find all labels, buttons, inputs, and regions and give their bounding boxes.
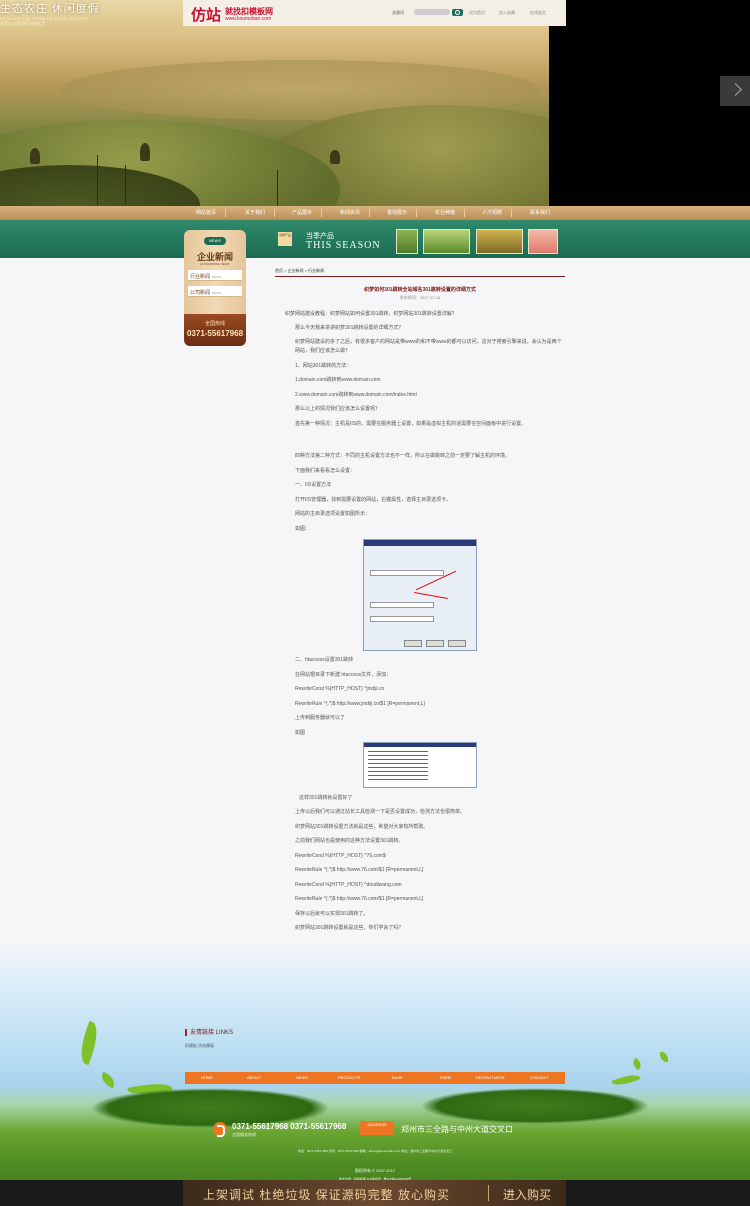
footer-nav-products[interactable]: PRODUCTS [338, 1075, 360, 1080]
footer-nav-news[interactable]: NEWS [296, 1075, 308, 1080]
footer-address: 郑州市三全路与中州大道交叉口 [401, 1125, 513, 1134]
screenshot-image [363, 742, 477, 788]
article-title: 织梦如何301跳转全站域名301跳转设置的详细方式 [364, 287, 476, 293]
top-bar: 仿站 就找扣模板网 www.koumoban.com 关键词 设为首页 加入收藏… [183, 0, 566, 26]
add-favorite-link[interactable]: 加入收藏 [499, 10, 515, 16]
address-icon: ADDRESS [360, 1121, 394, 1135]
buy-button[interactable]: 进入购买 [503, 1186, 551, 1203]
season-product-thumb[interactable] [528, 229, 558, 254]
footer: 友情链接 LINKS 扣模板 仿站模板 HOME ABOUT NEWS PROD… [0, 940, 750, 1206]
sidebar-item-company-news[interactable]: 公司新闻 NEWS [188, 286, 242, 297]
paragraph: RewriteCond %{HTTP_HOST} ^jindiji.cn [295, 686, 385, 692]
paragraph: RewriteCond %{HTTP_HOST} ^76.com$ [295, 853, 386, 859]
season-product-thumb[interactable] [476, 229, 523, 254]
footer-nav: HOME ABOUT NEWS PRODUCTS BASE FARM RECRU… [185, 1072, 565, 1084]
footer-nav-contact[interactable]: CONTACT [530, 1075, 549, 1080]
sidebar-item-industry-news[interactable]: 行业新闻 NEWS [188, 270, 242, 281]
paragraph: 上传到服务器就可以了 [295, 715, 346, 721]
nav-item-contact[interactable]: 联系我们 [530, 209, 550, 216]
footer-phone: 0371-55617968 0371-55617968 [232, 1122, 347, 1131]
paragraph: 织梦网站建设的多了之后，有很多客户的网站是带www的和不带www的都可以访问，这… [295, 339, 562, 354]
footer-phone-label: 全国服务热线 [232, 1132, 256, 1137]
footer-nav-base[interactable]: BASE [392, 1075, 403, 1080]
hero-banner: 生态农庄 休闲度假 ECOLOGICAL FARM LEISURE RESORT… [0, 0, 549, 206]
nav-item-news[interactable]: 新闻资讯 [340, 209, 360, 216]
season-product-thumb[interactable] [396, 229, 418, 254]
paragraph: 这样301跳转就设置好了 [299, 795, 353, 801]
paragraph: 那么以上的情况我们应该怎么设置呢？ [295, 406, 381, 412]
paragraph: 如图： [295, 526, 311, 532]
next-slide-icon[interactable] [720, 76, 750, 106]
season-badge: 当季产品 [278, 232, 292, 246]
season-band: 当季产品 当季产品 THIS SEASON [0, 220, 750, 258]
paragraph: 二、htaccess设置301跳转 [295, 657, 354, 663]
paragraph: 织梦网站建设教程：织梦网站如何设置301跳转，织梦网站301跳转设置详解？ [285, 311, 457, 317]
paragraph: RewriteCond %{HTTP_HOST} ^doudiwang.com [295, 882, 402, 888]
paragraph: 一、IIS设置方法 [295, 482, 332, 488]
paragraph: RewriteRule ^(.*)$ http://www.jindiji.cn… [295, 701, 425, 707]
paragraph: 下面我们来看看怎么设置： [295, 468, 356, 474]
address-badge-label: ADDRESS [367, 1122, 387, 1127]
footer-nav-recruitment[interactable]: RECRUITMENT [476, 1075, 505, 1080]
paragraph: 织梦网站301跳转设置就是这些，你们学会了吗？ [295, 925, 404, 931]
nav-item-about[interactable]: 关于我们 [245, 209, 265, 216]
set-homepage-link[interactable]: 设为首页 [469, 10, 485, 16]
paragraph: 1.domain.com跳转到www.domain.com [295, 377, 381, 383]
search-label: 关键词 [392, 10, 404, 15]
paragraph: RewriteRule ^(.*)$ http://www.76.com/$1 … [295, 867, 424, 873]
main-nav: 网站首页 关于我们 产品展示 新闻资讯 基地展示 农业种植 人才招聘 联系我们 [0, 206, 750, 220]
friend-link[interactable]: 扣模板 仿站模板 [185, 1043, 214, 1049]
season-title-en: THIS SEASON [306, 240, 381, 251]
links-title: 友情链接 LINKS [185, 1027, 233, 1036]
footer-nav-about[interactable]: ABOUT [247, 1075, 261, 1080]
hotline-number: 0371-55617968 [186, 329, 244, 338]
phone-icon [213, 1122, 227, 1137]
news-sidebar: NEWS 企业新闻 ENTERPRISE NEWS 行业新闻 NEWS 公司新闻 N… [184, 230, 246, 346]
paragraph: 在网站根目录下新建.htaccess文件，添加： [295, 672, 392, 678]
sidebar-title-en: ENTERPRISE NEWS [200, 262, 230, 266]
logo-url: www.koumoban.com [225, 16, 272, 22]
paragraph: 1、网站301跳转的方法： [295, 363, 352, 369]
paragraph: 织梦网站301跳转设置方法就是这些，希望对大家有所帮助。 [295, 824, 429, 830]
copyright: 版权所有 © 2007-2017 [354, 1168, 396, 1173]
footer-nav-home[interactable]: HOME [201, 1075, 213, 1080]
nav-item-recruitment[interactable]: 人才招聘 [482, 209, 502, 216]
paragraph: 保存以后就可以实现301跳转了。 [295, 911, 369, 917]
nav-item-base[interactable]: 基地展示 [387, 209, 407, 216]
logo[interactable]: 仿站 [191, 4, 221, 25]
breadcrumb[interactable]: 首页 > 企业新闻 > 行业新闻 [275, 268, 324, 274]
search-icon[interactable] [452, 9, 463, 16]
paragraph: 四种方法第二种方式：不同的主机设置方法也不一样，所以在做跳转之前一定要了解主机的… [295, 453, 511, 459]
nav-item-products[interactable]: 产品展示 [292, 209, 312, 216]
footer-nav-farm[interactable]: FARM [440, 1075, 451, 1080]
message-link[interactable]: 在线留言 [530, 10, 546, 16]
paragraph: 那么今天我来讲讲织梦301跳转设置的详细方式？ [295, 325, 404, 331]
hotline-label: 全国热线 [204, 321, 225, 327]
promo-text: 上架调试 杜绝垃圾 保证源码完整 放心购买 [203, 1188, 451, 1202]
paragraph: 如图 [295, 730, 306, 736]
paragraph: 之前我们网站也是使用的这种方法设置301跳转。 [295, 838, 404, 844]
nav-item-home[interactable]: 网站首页 [196, 209, 216, 216]
page: 生态农庄 休闲度假 ECOLOGICAL FARM LEISURE RESORT… [0, 0, 750, 1206]
nav-item-farm[interactable]: 农业种植 [435, 209, 455, 216]
article: 首页 > 企业新闻 > 行业新闻 织梦如何301跳转全站域名301跳转设置的详细… [275, 264, 565, 944]
paragraph: 打开IIS管理器，找到需要设置的网站，右键属性，选择主目录选项卡。 [295, 497, 452, 503]
season-product-thumb[interactable] [423, 229, 470, 254]
article-meta: 发布时间：2017-12-18 [399, 295, 441, 300]
paragraph: 网站的主目录选项设置如图所示： [295, 511, 371, 517]
paragraph: 上传以后我们可以通过站长工具检测一下是否设置成功，检测方法也很简单。 [295, 809, 466, 815]
screenshot-image [363, 539, 477, 651]
paragraph: 2.www.domain.com跳转到www.domain.com/index.… [295, 392, 417, 398]
promo-bar: 上架调试 杜绝垃圾 保证源码完整 放心购买 进入购买 [0, 1180, 750, 1206]
sidebar-tag: NEWS [204, 237, 226, 245]
paragraph: 首先第一种情况：主机是IIS的，需要在服务器上设置，如果是虚拟主机的话需要在空间… [295, 421, 527, 427]
paragraph: RewriteRule ^(.*)$ http://www.76.com/$1 … [295, 896, 424, 902]
footer-contact-info: 电话：0371-55617968 传真：0371-55617968 邮箱：adm… [297, 1149, 453, 1153]
search-input[interactable] [414, 9, 450, 15]
